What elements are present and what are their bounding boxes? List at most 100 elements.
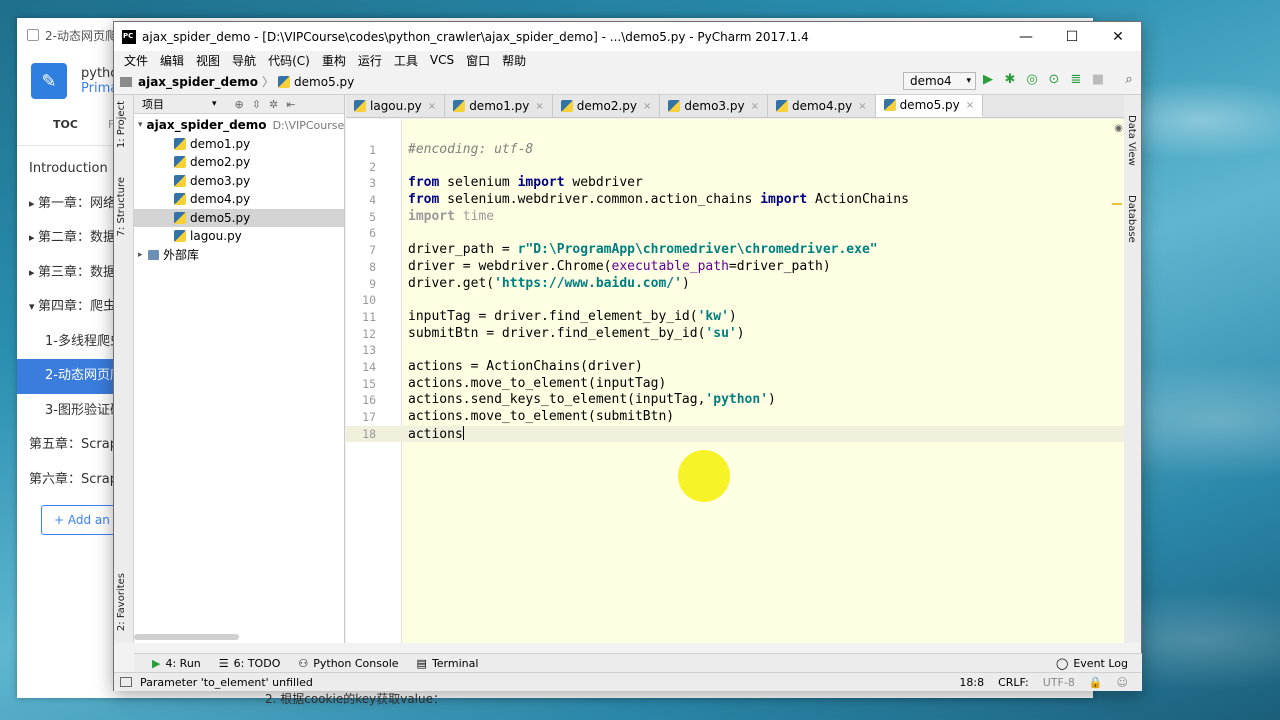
window-title: ajax_spider_demo - [D:\VIPCourse\codes\p…	[142, 29, 809, 44]
close-tab-icon[interactable]: ×	[643, 101, 651, 112]
menu-bar: 文件 编辑 视图 导航 代码(C) 重构 运行 工具 VCS 窗口 帮助	[114, 51, 1141, 69]
editor-tab[interactable]: demo5.py ×	[875, 95, 984, 117]
doc-nav-item[interactable]: 2-动态网页爬	[17, 359, 115, 394]
concurrency-icon[interactable]: ≣	[1069, 73, 1083, 87]
tree-file-item[interactable]: demo5.py	[134, 208, 344, 227]
run-config-select[interactable]: demo4	[903, 72, 976, 90]
code-line: 10	[362, 293, 376, 308]
doc-nav-item[interactable]: 1-多线程爬虫	[17, 325, 115, 360]
chevron-right-icon[interactable]: ▸	[138, 250, 148, 260]
database-tool-tab[interactable]: Database	[1126, 195, 1137, 243]
editor-tab[interactable]: demo1.py ×	[445, 95, 553, 117]
doc-nav-item[interactable]: 第四章：爬虫	[17, 290, 115, 325]
menu-edit[interactable]: 编辑	[154, 52, 190, 69]
left-tool-strip: 1: Project 7: Structure 2: Favorites	[114, 95, 134, 643]
python-console-button[interactable]: ⚇ Python Console	[298, 657, 398, 670]
tree-file-item[interactable]: demo4.py	[134, 190, 344, 209]
editor-tab[interactable]: lagou.py ×	[346, 95, 446, 117]
close-tab-icon[interactable]: ×	[966, 100, 974, 111]
horizontal-scrollbar[interactable]	[134, 634, 239, 640]
close-tab-icon[interactable]: ×	[751, 101, 759, 112]
data-view-tool-tab[interactable]: Data View	[1126, 115, 1137, 166]
collapse-icon[interactable]: ⇳	[252, 98, 261, 111]
chevron-down-icon[interactable]: ▾	[138, 120, 143, 130]
minimize-button[interactable]: —	[1003, 22, 1049, 51]
doc-nav-item[interactable]: Introduction	[17, 152, 115, 187]
close-tab-icon[interactable]: ×	[535, 101, 543, 112]
python-file-icon	[354, 100, 366, 112]
tree-root[interactable]: ▾ ajax_spider_demo D:\VIPCourse\	[134, 116, 344, 135]
line-separator[interactable]: CRLF:	[998, 676, 1029, 689]
run-tool-button[interactable]: ▶ 4: Run	[152, 657, 201, 670]
menu-file[interactable]: 文件	[118, 52, 154, 69]
doc-nav-item[interactable]: 3-图形验证码	[17, 394, 115, 429]
editor-tab[interactable]: demo4.py ×	[768, 95, 876, 117]
doc-nav-item[interactable]: 第三章：数据	[17, 256, 115, 291]
tree-external-libs[interactable]: ▸ 外部库	[134, 246, 344, 265]
doc-nav-item[interactable]: 第一章：网络	[17, 187, 115, 222]
code-line: 4 from selenium.webdriver.common.action_c…	[369, 192, 909, 208]
tree-file-item[interactable]: demo3.py	[134, 172, 344, 191]
project-tool-tab[interactable]: 1: Project	[116, 101, 127, 148]
tool-windows-toggle-icon[interactable]	[120, 677, 132, 687]
menu-refactor[interactable]: 重构	[316, 52, 352, 69]
editor-tab[interactable]: demo3.py ×	[660, 95, 768, 117]
debug-icon[interactable]: ✱	[1003, 73, 1017, 87]
menu-code[interactable]: 代码(C)	[262, 52, 316, 69]
close-tab-icon[interactable]: ×	[428, 101, 436, 112]
close-button[interactable]: ✕	[1095, 22, 1141, 51]
tab-toc[interactable]: TOC	[53, 118, 78, 145]
locate-icon[interactable]: ⊕	[235, 98, 244, 111]
project-panel: 项目 ▾ ⊕ ⇳ ✲ ⇤ ▾ ajax_spider_demo D:\VIPCo…	[134, 95, 345, 643]
caret-position[interactable]: 18:8	[959, 676, 984, 689]
text-caret	[462, 425, 464, 440]
project-view-label[interactable]: 项目	[142, 96, 164, 112]
todo-tool-button[interactable]: ☰ 6: TODO	[219, 657, 281, 670]
breadcrumb-file[interactable]: demo5.py	[294, 75, 354, 89]
maximize-button[interactable]: ☐	[1049, 22, 1095, 51]
editor-tab-label: demo5.py	[899, 98, 960, 112]
pencil-icon[interactable]: ✎	[31, 63, 67, 99]
code-line: 13	[362, 343, 376, 358]
run-icon: ▶	[152, 656, 161, 670]
lock-icon[interactable]: 🔒	[1089, 676, 1103, 689]
tree-external-label: 外部库	[163, 248, 200, 263]
close-tab-icon[interactable]: ×	[858, 101, 866, 112]
coverage-icon[interactable]: ◎	[1025, 73, 1039, 87]
menu-help[interactable]: 帮助	[496, 52, 532, 69]
doc-nav-item[interactable]: 第二章：数据	[17, 221, 115, 256]
hide-icon[interactable]: ⇤	[286, 98, 295, 111]
run-icon[interactable]: ▶	[981, 73, 995, 87]
favorites-tool-tab[interactable]: 2: Favorites	[116, 573, 127, 631]
gear-icon[interactable]: ✲	[269, 98, 278, 111]
menu-window[interactable]: 窗口	[460, 52, 496, 69]
tree-file-item[interactable]: demo1.py	[134, 135, 344, 154]
menu-tools[interactable]: 工具	[388, 52, 424, 69]
tree-file-item[interactable]: demo2.py	[134, 153, 344, 172]
menu-view[interactable]: 视图	[190, 52, 226, 69]
breadcrumb-project[interactable]: ajax_spider_demo	[138, 75, 258, 89]
editor-tab[interactable]: demo2.py ×	[553, 95, 661, 117]
code-line: 6	[369, 226, 376, 241]
tree-file-item[interactable]: lagou.py	[134, 227, 344, 246]
structure-tool-tab[interactable]: 7: Structure	[116, 177, 127, 236]
menu-navigate[interactable]: 导航	[226, 52, 262, 69]
file-encoding[interactable]: UTF-8	[1043, 676, 1075, 689]
chevron-right-icon: 〉	[262, 75, 275, 89]
menu-vcs[interactable]: VCS	[424, 53, 460, 67]
mouse-pointer-highlight	[678, 450, 730, 502]
title-bar: ajax_spider_demo - [D:\VIPCourse\codes\p…	[114, 22, 1141, 51]
eye-icon[interactable]: ◉	[1114, 123, 1123, 134]
right-tool-strip: Data View Database	[1123, 95, 1141, 643]
event-log-button[interactable]: ◯ Event Log	[1056, 657, 1128, 670]
code-editor[interactable]: ◉ 1 #encoding: utf-8 2 3 from selenium imp…	[346, 119, 1124, 643]
profile-icon[interactable]: ⊙	[1047, 73, 1061, 87]
stop-icon[interactable]: ■	[1091, 73, 1105, 87]
menu-run[interactable]: 运行	[352, 52, 388, 69]
doc-nav-item[interactable]: 第六章：Scrap	[17, 463, 115, 498]
chevron-down-icon[interactable]: ▾	[212, 99, 217, 109]
inspector-icon[interactable]: ☺	[1117, 676, 1128, 689]
search-icon[interactable]: ⌕	[1122, 73, 1136, 87]
terminal-button[interactable]: ▤ Terminal	[417, 657, 479, 670]
doc-nav-item[interactable]: 第五章：Scrap	[17, 428, 115, 463]
